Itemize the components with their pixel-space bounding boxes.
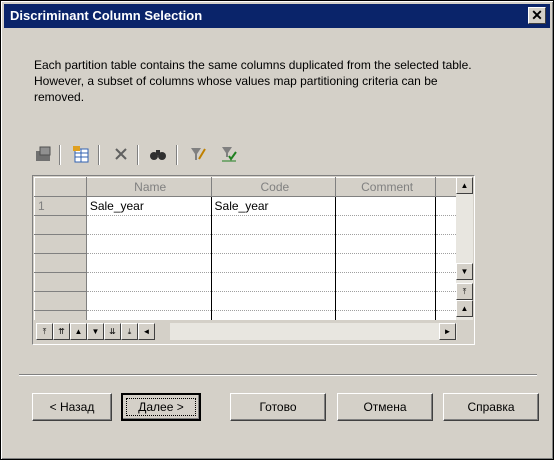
filter-clear-button[interactable] [218,143,240,165]
next-button[interactable]: Далее > [121,393,201,421]
move-page-down-button[interactable]: ⇊ [104,323,121,340]
help-button[interactable]: Справка [443,393,539,421]
cell-code[interactable] [211,310,337,320]
cell-comment[interactable] [335,215,437,235]
scroll-right-button[interactable]: ► [439,323,456,340]
cell-extra [435,253,457,273]
table-row[interactable] [34,253,457,273]
cell-extra [435,310,457,320]
cell-extra [435,215,457,235]
add-columns-button[interactable] [70,143,92,165]
table-row[interactable] [34,234,457,254]
cell-name[interactable] [86,291,212,311]
properties-button[interactable] [32,143,54,165]
move-page-up-button[interactable]: ⇈ [53,323,70,340]
delete-button[interactable] [110,143,132,165]
finish-button[interactable]: Готово [230,393,326,421]
cell-extra [435,272,457,292]
toolbar-separator [137,145,139,165]
column-header-code[interactable]: Code [210,177,337,197]
table-row[interactable] [34,291,457,311]
table-row[interactable] [34,215,457,235]
cell-comment[interactable] [335,272,437,292]
horizontal-scroll-track[interactable] [170,323,457,340]
move-bottom-button[interactable]: ⤓ [121,323,138,340]
toolbar-separator [98,145,100,165]
cell-code[interactable] [211,272,337,292]
cell-name[interactable] [86,215,212,235]
delete-icon [115,148,127,160]
title-bar: Discriminant Column Selection ✕ [4,4,550,28]
row-number[interactable] [34,272,87,292]
cell-code[interactable] [211,253,337,273]
add-columns-icon [73,146,89,163]
scroll-top-button[interactable]: ⤒ [456,283,473,300]
table-row[interactable]: 1 Sale_year Sale_year [34,196,457,216]
description-text: Each partition table contains the same c… [34,58,472,104]
button-divider [19,374,537,376]
header-row: Name Code Comment [34,177,457,197]
window-title: Discriminant Column Selection [10,8,203,23]
vertical-scrollbar[interactable]: ▲ ▼ ⤒ ▲ [456,177,473,320]
scroll-left-button[interactable]: ◄ [138,323,155,340]
cell-code[interactable] [211,215,337,235]
cell-name[interactable] [86,310,212,320]
filter-button[interactable] [187,143,209,165]
cell-comment[interactable] [335,253,437,273]
extra-header [435,177,457,197]
back-button[interactable]: < Назад [32,393,112,421]
cell-name[interactable] [86,272,212,292]
cell-name[interactable]: Sale_year [86,196,212,216]
filter-icon [191,148,206,160]
cell-extra [435,291,457,311]
scroll-down-button[interactable]: ▼ [456,263,473,280]
cell-comment[interactable] [335,291,437,311]
cell-comment[interactable] [335,196,437,216]
row-number[interactable] [34,234,87,254]
find-icon [150,150,166,160]
columns-grid: Name Code Comment 1 Sale_year Sale_year [32,175,475,345]
column-header-name[interactable]: Name [85,177,212,197]
scroll-page-up-button[interactable]: ▲ [456,300,473,317]
cancel-button[interactable]: Отмена [337,393,433,421]
cell-name[interactable] [86,234,212,254]
cell-extra [435,234,457,254]
grid-table-area: Name Code Comment 1 Sale_year Sale_year [34,177,457,320]
move-down-button[interactable]: ▼ [87,323,104,340]
toolbar-separator [176,145,178,165]
filter-clear-icon [222,147,237,162]
table-row[interactable] [34,272,457,292]
corner-header [34,177,87,197]
find-button[interactable] [147,143,169,165]
cell-comment[interactable] [335,310,437,320]
close-button[interactable]: ✕ [528,7,546,24]
row-number[interactable]: 1 [34,196,87,216]
cell-name[interactable] [86,253,212,273]
cell-comment[interactable] [335,234,437,254]
row-number[interactable] [34,291,87,311]
cell-code[interactable] [211,234,337,254]
grid-navigation-bar: ⤒ ⇈ ▲ ▼ ⇊ ⤓ ◄ ► [34,321,474,341]
row-number[interactable] [34,310,87,320]
row-number[interactable] [34,215,87,235]
cell-code[interactable] [211,291,337,311]
columns-table: Name Code Comment 1 Sale_year Sale_year [34,177,457,320]
move-top-button[interactable]: ⤒ [36,323,53,340]
dialog-window: Discriminant Column Selection ✕ Each par… [0,0,554,460]
toolbar-separator [59,145,61,165]
move-up-button[interactable]: ▲ [70,323,87,340]
table-row[interactable] [34,310,457,320]
column-header-comment[interactable]: Comment [335,177,437,197]
properties-icon [36,146,51,161]
scroll-up-button[interactable]: ▲ [456,177,473,194]
row-number[interactable] [34,253,87,273]
cell-extra [435,196,457,216]
cell-code[interactable]: Sale_year [211,196,337,216]
